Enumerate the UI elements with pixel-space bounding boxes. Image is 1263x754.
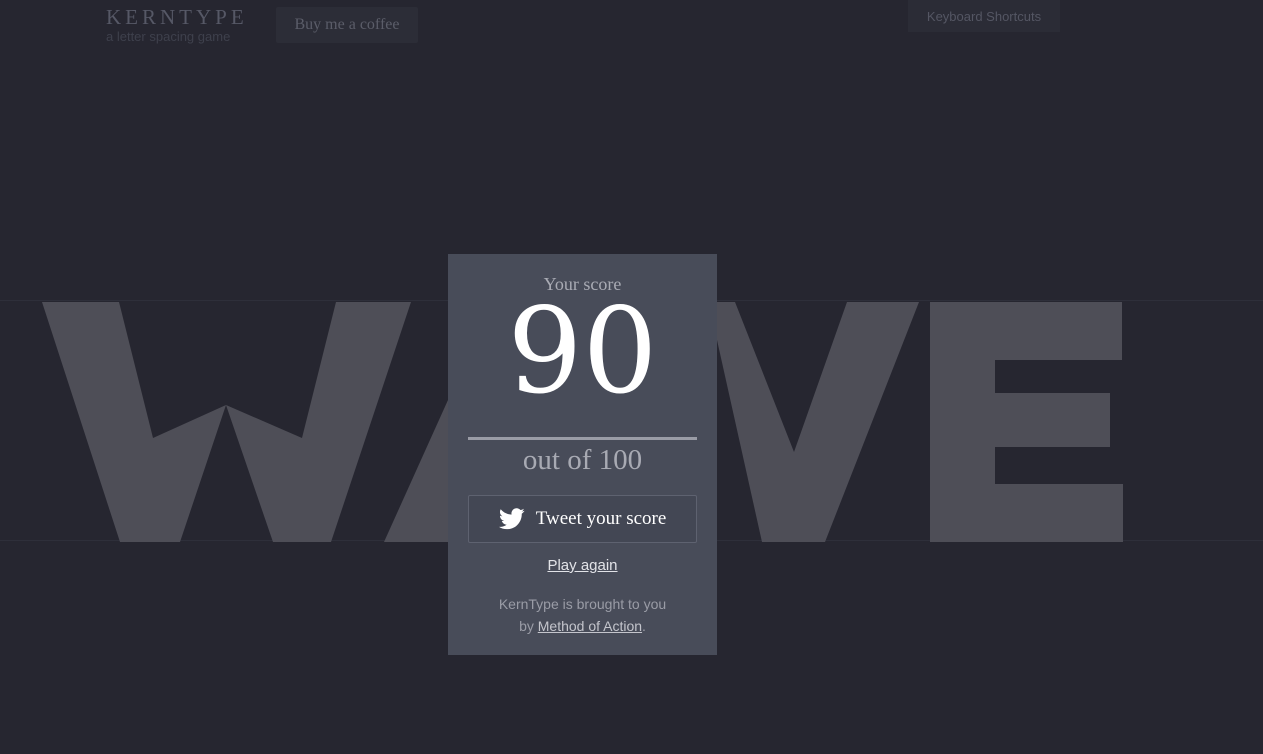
- play-again-link[interactable]: Play again: [448, 557, 717, 574]
- letter-a[interactable]: [384, 400, 448, 542]
- letter-v[interactable]: [717, 302, 919, 542]
- score-divider: [468, 437, 697, 440]
- credits-by: by: [519, 618, 538, 634]
- credits-line1: KernType is brought to you: [498, 596, 667, 612]
- score-value: 90: [507, 282, 658, 420]
- method-of-action-link[interactable]: Method of Action: [538, 618, 642, 634]
- letter-e[interactable]: [930, 302, 1123, 542]
- twitter-bird-icon: [498, 508, 525, 530]
- score-card: Your score 90 out of 100 Tweet your scor…: [448, 254, 717, 655]
- tweet-score-button[interactable]: Tweet your score: [468, 495, 697, 543]
- score-total: out of 100: [522, 444, 643, 476]
- letter-w[interactable]: [42, 302, 411, 542]
- credits-end: .: [642, 618, 646, 634]
- tweet-score-label: Tweet your score: [535, 508, 667, 529]
- credits: KernType is brought to you by Method of …: [448, 593, 717, 637]
- credits-line2: by Method of Action.: [448, 615, 717, 637]
